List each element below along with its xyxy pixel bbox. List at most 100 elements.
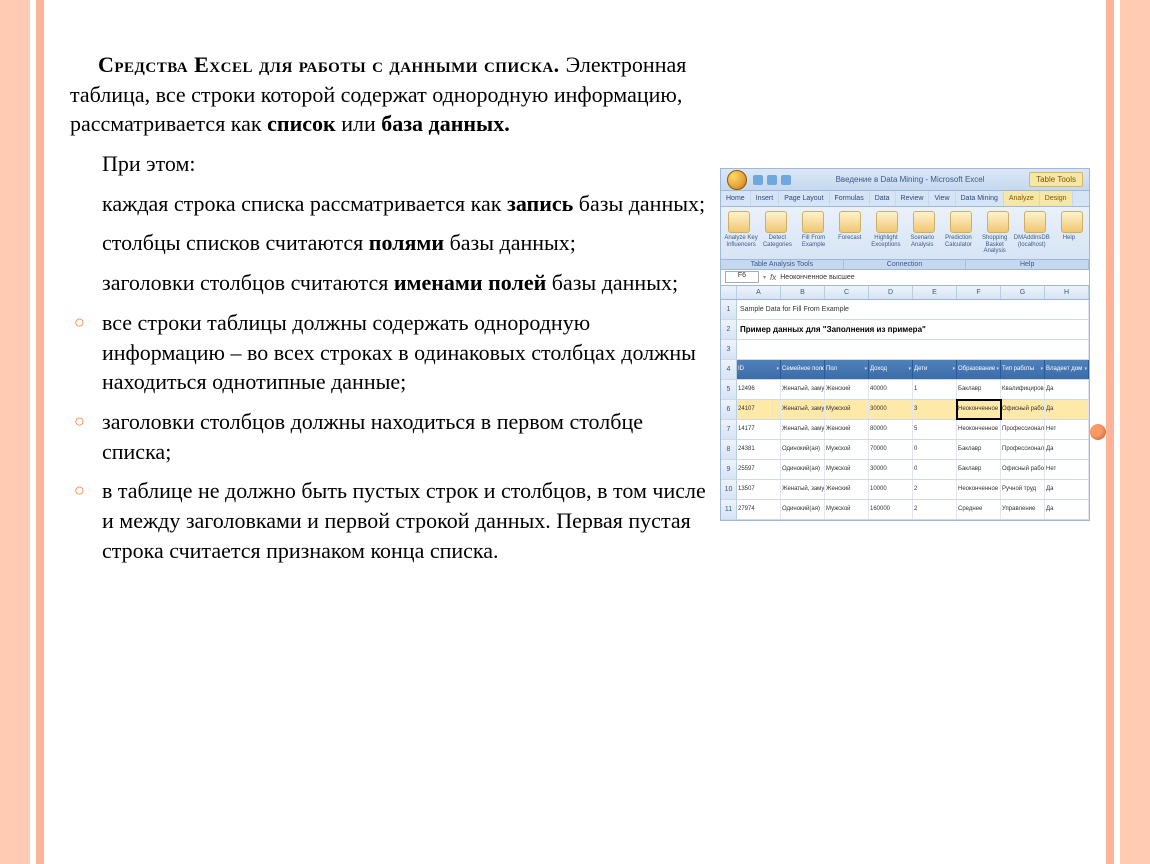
table-cell: Женатый, замуже: [781, 400, 825, 419]
column-headers: ABCDEFGH: [721, 286, 1089, 300]
row-header: 7: [721, 420, 737, 439]
table-cell: Управление: [1001, 500, 1045, 519]
column-header: F: [957, 286, 1001, 299]
table-cell: 30000: [869, 460, 913, 479]
table-cell: Мужской: [825, 440, 869, 459]
bold-spisok: список: [267, 111, 336, 136]
column-header: D: [869, 286, 913, 299]
ribbon-icon: [1061, 211, 1083, 233]
row-header: 4: [721, 360, 737, 379]
table-cell: Мужской: [825, 460, 869, 479]
ribbon-button-label: Forecast: [832, 235, 868, 255]
ribbon-button-label: Highlight Exceptions: [868, 235, 904, 255]
item2a: столбцы списков считаются: [102, 230, 369, 255]
merged-text-cell: Sample Data for Fill From Example: [737, 300, 1089, 319]
bullet-list: все строки таблицы должны содержать одно…: [72, 308, 710, 566]
table-header-cell: Пол: [825, 360, 869, 379]
table-cell: Мужской: [825, 500, 869, 519]
formula-bar: F6 ▾ fx Неоконченное высшее: [721, 270, 1089, 286]
table-cell: Одинокий(ая): [781, 500, 825, 519]
table-cell: 0: [913, 460, 957, 479]
table-cell: 13507: [737, 480, 781, 499]
table-cell: Нет: [1045, 420, 1089, 439]
bold-baza: база данных.: [381, 111, 510, 136]
table-cell: Да: [1045, 400, 1089, 419]
ribbon-tab: Review: [896, 191, 930, 206]
fx-icon: fx: [770, 273, 776, 282]
table-cell: Да: [1045, 440, 1089, 459]
table-cell: Баклавр: [957, 440, 1001, 459]
excel-titlebar: Введение в Data Mining - Microsoft Excel…: [721, 169, 1089, 191]
table-cell: Баклавр: [957, 460, 1001, 479]
table-header-cell: Тип работы: [1001, 360, 1045, 379]
table-cell: Профессионал: [1001, 420, 1045, 439]
table-header-cell: Владеет дом: [1045, 360, 1089, 379]
decorative-stripe-right-thin: [1106, 0, 1114, 864]
merged-text-cell: [737, 340, 1089, 359]
quick-access-toolbar: [753, 175, 791, 185]
ribbon-tab: Insert: [751, 191, 780, 206]
decorative-stripe-left-thin: [36, 0, 44, 864]
table-cell: Да: [1045, 380, 1089, 399]
row-header: 10: [721, 480, 737, 499]
table-cell: Баклавр: [957, 380, 1001, 399]
table-cell: Нет: [1045, 460, 1089, 479]
table-cell: Да: [1045, 500, 1089, 519]
table-cell: Профессионал: [1001, 440, 1045, 459]
definition-item-1: каждая строка списка рассматривается как…: [102, 189, 710, 219]
ribbon-tab: Page Layout: [779, 191, 829, 206]
table-cell: 5: [913, 420, 957, 439]
ribbon-group-label: Connection: [844, 260, 967, 269]
row-header: 5: [721, 380, 737, 399]
definition-item-2: столбцы списков считаются полями базы да…: [102, 228, 710, 258]
excel-screenshot: Введение в Data Mining - Microsoft Excel…: [720, 168, 1090, 521]
merged-text-cell: Пример данных для "Заполнения из примера…: [737, 320, 1089, 339]
table-cell: Одинокий(ая): [781, 460, 825, 479]
item3b: именами полей: [394, 270, 546, 295]
ribbon-group-bar: Table Analysis ToolsConnectionHelp: [721, 260, 1089, 270]
ribbon-icon: [987, 211, 1009, 233]
bullet-item-1: все строки таблицы должны содержать одно…: [72, 308, 710, 397]
ribbon-group-label: Help: [966, 260, 1089, 269]
definition-item-3: заголовки столбцов считаются именами пол…: [102, 268, 710, 298]
name-box: F6: [725, 271, 759, 283]
ribbon-icon: [913, 211, 935, 233]
table-cell: 10000: [869, 480, 913, 499]
row-header: 6: [721, 400, 737, 419]
decorative-dot: [1090, 424, 1106, 440]
table-cell: Неоконченное выс: [957, 400, 1001, 419]
row-header: 11: [721, 500, 737, 519]
row-header: 3: [721, 340, 737, 359]
ribbon-button-label: Help: [1051, 235, 1087, 255]
table-tools-label: Table Tools: [1029, 172, 1083, 187]
ribbon-tab: View: [929, 191, 955, 206]
select-all-cell: [721, 286, 737, 299]
ribbon-icon: [839, 211, 861, 233]
ribbon-area: Analyze Key InfluencersDetect Categories…: [721, 207, 1089, 260]
ribbon-tab: Home: [721, 191, 751, 206]
row-header: 2: [721, 320, 737, 339]
column-header: E: [913, 286, 957, 299]
table-cell: Женский: [825, 480, 869, 499]
table-cell: 2: [913, 480, 957, 499]
table-cell: Офисный работ: [1001, 460, 1045, 479]
column-header: B: [781, 286, 825, 299]
ribbon-icon: [950, 211, 972, 233]
table-cell: 0: [913, 440, 957, 459]
ribbon-icon: [728, 211, 750, 233]
or-text: или: [336, 111, 382, 136]
item1c: базы данных;: [573, 191, 705, 216]
table-cell: 14177: [737, 420, 781, 439]
window-title: Введение в Data Mining - Microsoft Excel: [791, 175, 1029, 184]
spreadsheet-grid: 1Sample Data for Fill From Example2Приме…: [721, 300, 1089, 520]
table-cell: Среднее: [957, 500, 1001, 519]
ribbon-tabs: HomeInsertPage LayoutFormulasDataReviewV…: [721, 191, 1089, 207]
ribbon-tab: Data: [870, 191, 896, 206]
table-header-cell: Образование: [957, 360, 1001, 379]
bullet-item-3: в таблице не должно быть пустых строк и …: [72, 476, 710, 565]
table-cell: 160000: [869, 500, 913, 519]
ribbon-tab: Data Mining: [956, 191, 1004, 206]
column-header: C: [825, 286, 869, 299]
table-cell: 1: [913, 380, 957, 399]
ribbon-button-label: Analyze Key Influencers: [723, 235, 759, 255]
